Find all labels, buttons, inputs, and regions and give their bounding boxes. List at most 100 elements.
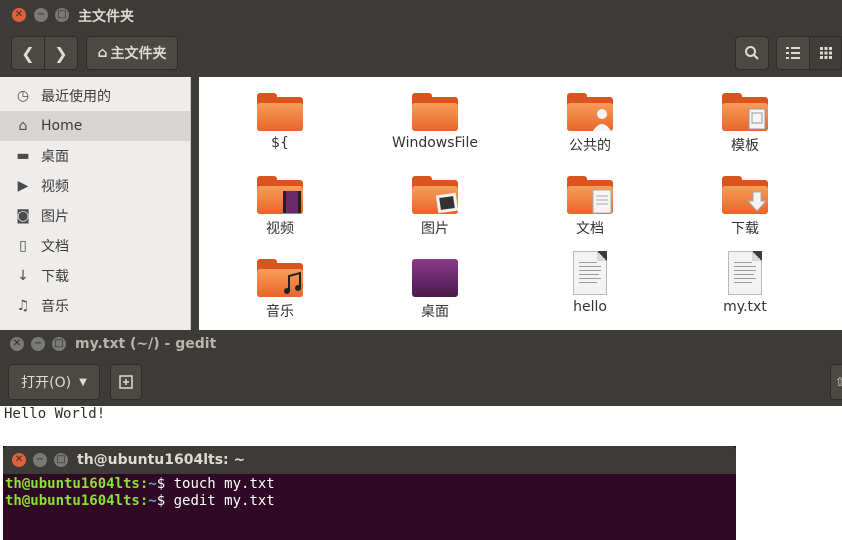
file-item-downloads[interactable]: 下载 <box>685 176 805 238</box>
file-item-my-txt[interactable]: my.txt <box>685 251 805 315</box>
path-bar-label: 主文件夹 <box>110 46 167 62</box>
file-name: WindowsFile <box>392 135 478 151</box>
minimize-window-button[interactable]: − <box>33 453 47 467</box>
sidebar-item-label: 桌面 <box>41 149 69 165</box>
dropdown-arrow-icon: ▼ <box>79 376 87 388</box>
file-manager-titlebar: ✕ − □ 主文件夹 <box>0 0 842 30</box>
window-title: th@ubuntu1604lts: ~ <box>77 452 246 468</box>
desktop-icon <box>412 259 458 297</box>
documents-folder-icon <box>567 176 613 214</box>
file-name: 公共的 <box>569 138 611 154</box>
sidebar-item-pictures[interactable]: ◙ 图片 <box>0 201 190 231</box>
file-item-dollar-folder[interactable]: ${ <box>220 93 340 151</box>
sidebar-item-label: Home <box>41 118 83 134</box>
templates-folder-icon <box>722 93 768 131</box>
home-icon: ⌂ <box>18 118 28 134</box>
text-editor-area[interactable]: Hello World! <box>4 406 105 422</box>
file-item-videos[interactable]: 视频 <box>220 176 340 238</box>
home-icon: ⌂ <box>97 45 108 61</box>
file-manager-window: ✕ − □ 主文件夹 ❮ ❯ ⌂ 主文件夹 ◷ 最近使用的 ⌂ Home ▬ 桌… <box>0 0 842 330</box>
video-icon: ▶ <box>17 178 29 194</box>
close-window-button[interactable]: ✕ <box>12 453 26 467</box>
file-item-hello[interactable]: hello <box>530 251 650 315</box>
sidebar: ◷ 最近使用的 ⌂ Home ▬ 桌面 ▶ 视频 ◙ 图片 ▯ 文档 ↓ 下载 … <box>0 77 191 330</box>
download-folder-icon <box>722 176 768 214</box>
sidebar-item-home[interactable]: ⌂ Home <box>0 111 190 141</box>
sidebar-item-videos[interactable]: ▶ 视频 <box>0 171 190 201</box>
search-button[interactable] <box>735 36 769 70</box>
sidebar-item-label: 图片 <box>41 209 69 225</box>
search-icon <box>745 46 759 60</box>
window-title: my.txt (~/) - gedit <box>75 336 217 352</box>
save-button[interactable]: ⇧ <box>830 364 842 400</box>
prompt-user-host: th@ubuntu1604lts <box>5 476 140 492</box>
document-icon: ▯ <box>19 238 27 254</box>
file-item-public[interactable]: 公共的 <box>530 93 650 155</box>
file-name: 视频 <box>266 221 294 237</box>
minimize-window-button[interactable]: − <box>31 337 45 351</box>
file-name: 桌面 <box>421 304 449 320</box>
new-tab-button[interactable] <box>110 364 142 400</box>
file-name: 模板 <box>731 138 759 154</box>
sidebar-item-label: 下载 <box>41 269 69 285</box>
terminal-command: touch my.txt <box>173 476 275 492</box>
terminal-output[interactable]: th@ubuntu1604lts:~$ touch my.txt th@ubunt… <box>5 476 275 510</box>
file-name: ${ <box>271 135 289 151</box>
grid-view-button[interactable] <box>809 36 842 70</box>
sidebar-item-recent[interactable]: ◷ 最近使用的 <box>0 81 190 111</box>
sidebar-item-desktop[interactable]: ▬ 桌面 <box>0 141 190 171</box>
camera-icon: ◙ <box>16 208 30 224</box>
terminal-line: th@ubuntu1604lts:~$ touch my.txt <box>5 476 275 492</box>
prompt-path: ~ <box>148 493 157 509</box>
file-item-pictures[interactable]: 图片 <box>375 176 495 238</box>
public-folder-icon <box>567 93 613 131</box>
close-window-button[interactable]: ✕ <box>10 337 24 351</box>
video-folder-icon <box>257 176 303 214</box>
list-view-icon <box>786 47 800 59</box>
music-icon: ♫ <box>16 298 30 314</box>
maximize-window-button[interactable]: □ <box>54 453 68 467</box>
sidebar-item-downloads[interactable]: ↓ 下载 <box>0 261 190 291</box>
text-file-icon <box>573 251 607 295</box>
back-button[interactable]: ❮ <box>11 36 45 70</box>
file-name: my.txt <box>723 299 767 315</box>
close-window-button[interactable]: ✕ <box>12 8 26 22</box>
sidebar-item-label: 音乐 <box>41 299 69 315</box>
maximize-window-button[interactable]: □ <box>55 8 69 22</box>
file-name: 文档 <box>576 221 604 237</box>
terminal-window: ✕ − □ th@ubuntu1604lts: ~ th@ubuntu1604l… <box>3 446 736 540</box>
download-arrow-icon: ↓ <box>17 268 29 284</box>
file-item-music[interactable]: 音乐 <box>220 259 340 321</box>
pictures-folder-icon <box>412 176 458 214</box>
open-button[interactable]: 打开(O) ▼ <box>8 364 100 400</box>
file-item-documents[interactable]: 文档 <box>530 176 650 238</box>
file-item-windowsfile[interactable]: WindowsFile <box>375 93 495 151</box>
path-bar-home-button[interactable]: ⌂ 主文件夹 <box>86 36 178 70</box>
music-folder-icon <box>257 259 303 297</box>
minimize-window-button[interactable]: − <box>34 8 48 22</box>
prompt-user-host: th@ubuntu1604lts <box>5 493 140 509</box>
sidebar-item-label: 文档 <box>41 239 69 255</box>
forward-button[interactable]: ❯ <box>44 36 78 70</box>
file-name: 音乐 <box>266 304 294 320</box>
file-name: 图片 <box>421 221 449 237</box>
maximize-window-button[interactable]: □ <box>52 337 66 351</box>
chevron-right-icon: ❯ <box>54 43 68 63</box>
list-view-button[interactable] <box>776 36 810 70</box>
folder-icon <box>412 93 458 131</box>
sidebar-item-documents[interactable]: ▯ 文档 <box>0 231 190 261</box>
file-grid: ${ WindowsFile 公共的 模板 视频 图片 文档 下载 音乐 桌面 … <box>199 77 842 330</box>
gedit-titlebar: ✕ − □ my.txt (~/) - gedit <box>0 330 842 358</box>
file-item-templates[interactable]: 模板 <box>685 93 805 155</box>
terminal-titlebar: ✕ − □ th@ubuntu1604lts: ~ <box>3 446 736 474</box>
terminal-line: th@ubuntu1604lts:~$ gedit my.txt <box>5 493 275 509</box>
sidebar-item-music[interactable]: ♫ 音乐 <box>0 291 190 321</box>
file-name: 下载 <box>731 221 759 237</box>
chevron-left-icon: ❮ <box>21 43 35 63</box>
file-manager-toolbar: ❮ ❯ ⌂ 主文件夹 <box>0 30 842 77</box>
window-title: 主文件夹 <box>78 9 134 25</box>
file-item-desktop[interactable]: 桌面 <box>375 259 495 321</box>
open-button-label: 打开(O) <box>21 375 72 391</box>
sidebar-item-label: 最近使用的 <box>41 89 111 105</box>
grid-view-icon <box>819 47 832 59</box>
